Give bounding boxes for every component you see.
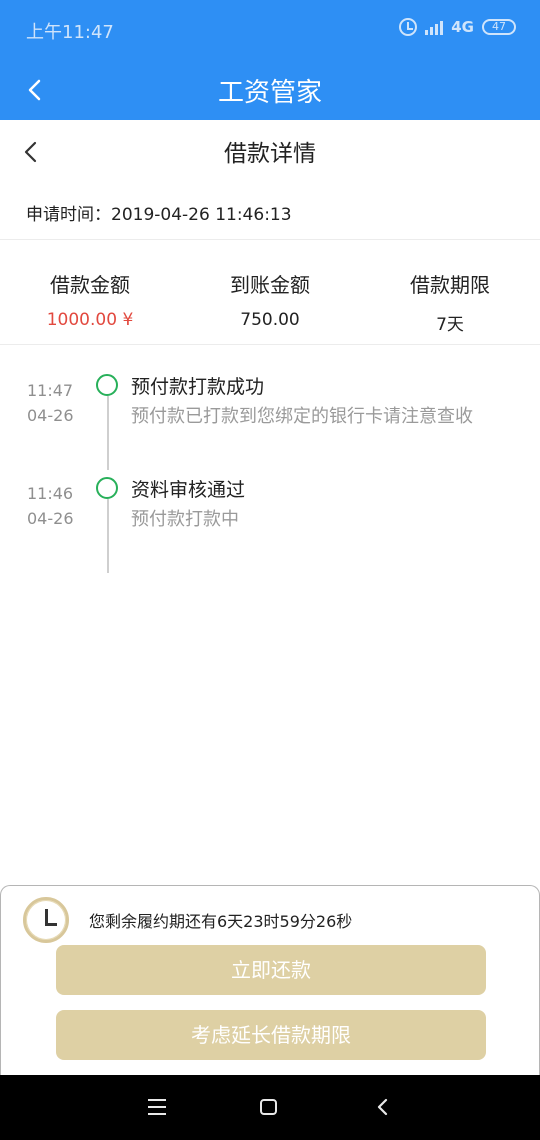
stat-value: 1000.00 ¥ — [46, 310, 134, 330]
application-time: 申请时间：2019-04-26 11:46:13 — [26, 205, 292, 225]
repayment-panel: 您剩余履约期还有6天23时59分26秒 立即还款 考虑延长借款期限 — [0, 885, 540, 1075]
clock-icon — [23, 897, 69, 943]
timeline-description: 预付款打款中 — [131, 509, 239, 530]
timeline-title: 资料审核通过 — [131, 479, 246, 501]
timeline-time: 11:47 — [27, 381, 74, 400]
alarm-icon — [399, 18, 418, 36]
status-bar: 上午11:47 4G 47 — [0, 0, 540, 60]
timeline-description: 预付款已打款到您绑定的银行卡请注意查收 — [131, 406, 473, 427]
timeline-title: 预付款打款成功 — [131, 376, 265, 398]
stat-loan-term: 借款期限 7天 — [360, 241, 540, 344]
timeline-item: 11:46 04-26 资料审核通过 预付款打款中 — [0, 463, 540, 573]
home-icon[interactable] — [260, 1099, 277, 1115]
timeline-dot-icon — [96, 374, 118, 396]
timeline-dot-icon — [96, 477, 118, 499]
progress-timeline: 11:47 04-26 预付款打款成功 预付款已打款到您绑定的银行卡请注意查收 … — [0, 360, 540, 573]
app-bar: 工资管家 — [0, 60, 540, 120]
menu-icon[interactable] — [148, 1099, 166, 1115]
timeline-date: 04-26 — [27, 509, 74, 528]
status-icons: 4G 47 — [399, 18, 516, 36]
stat-label: 到账金额 — [230, 273, 310, 297]
timeline-item: 11:47 04-26 预付款打款成功 预付款已打款到您绑定的银行卡请注意查收 — [0, 360, 540, 470]
app-title: 工资管家 — [217, 78, 322, 108]
timeline-timestamp: 11:47 04-26 — [27, 378, 74, 428]
page-header: 借款详情 — [0, 120, 540, 182]
repay-now-button[interactable]: 立即还款 — [56, 945, 486, 995]
stat-received-amount: 到账金额 750.00 — [180, 241, 360, 344]
stat-loan-amount: 借款金额 1000.00 ¥ — [0, 241, 180, 344]
stat-value: 7天 — [436, 315, 464, 335]
extend-loan-button[interactable]: 考虑延长借款期限 — [56, 1010, 486, 1060]
stat-label: 借款期限 — [410, 273, 490, 297]
battery-icon: 47 — [482, 19, 516, 35]
timeline-time: 11:46 — [27, 484, 74, 503]
network-type: 4G — [451, 18, 474, 36]
countdown-text: 您剩余履约期还有6天23时59分26秒 — [89, 912, 353, 931]
timeline-connector — [107, 499, 109, 573]
timeline-timestamp: 11:46 04-26 — [27, 481, 74, 531]
back-icon[interactable] — [374, 1097, 392, 1117]
status-time: 上午11:47 — [26, 22, 114, 43]
system-nav-bar — [0, 1075, 540, 1140]
timeline-date: 04-26 — [27, 406, 74, 425]
loan-summary: 借款金额 1000.00 ¥ 到账金额 750.00 借款期限 7天 — [0, 241, 540, 345]
page-title: 借款详情 — [224, 141, 316, 167]
stat-label: 借款金额 — [50, 273, 130, 297]
stat-value: 750.00 — [240, 310, 300, 330]
signal-icon — [425, 19, 444, 35]
timeline-connector — [107, 396, 109, 470]
application-time-row: 申请时间：2019-04-26 11:46:13 — [0, 182, 540, 240]
